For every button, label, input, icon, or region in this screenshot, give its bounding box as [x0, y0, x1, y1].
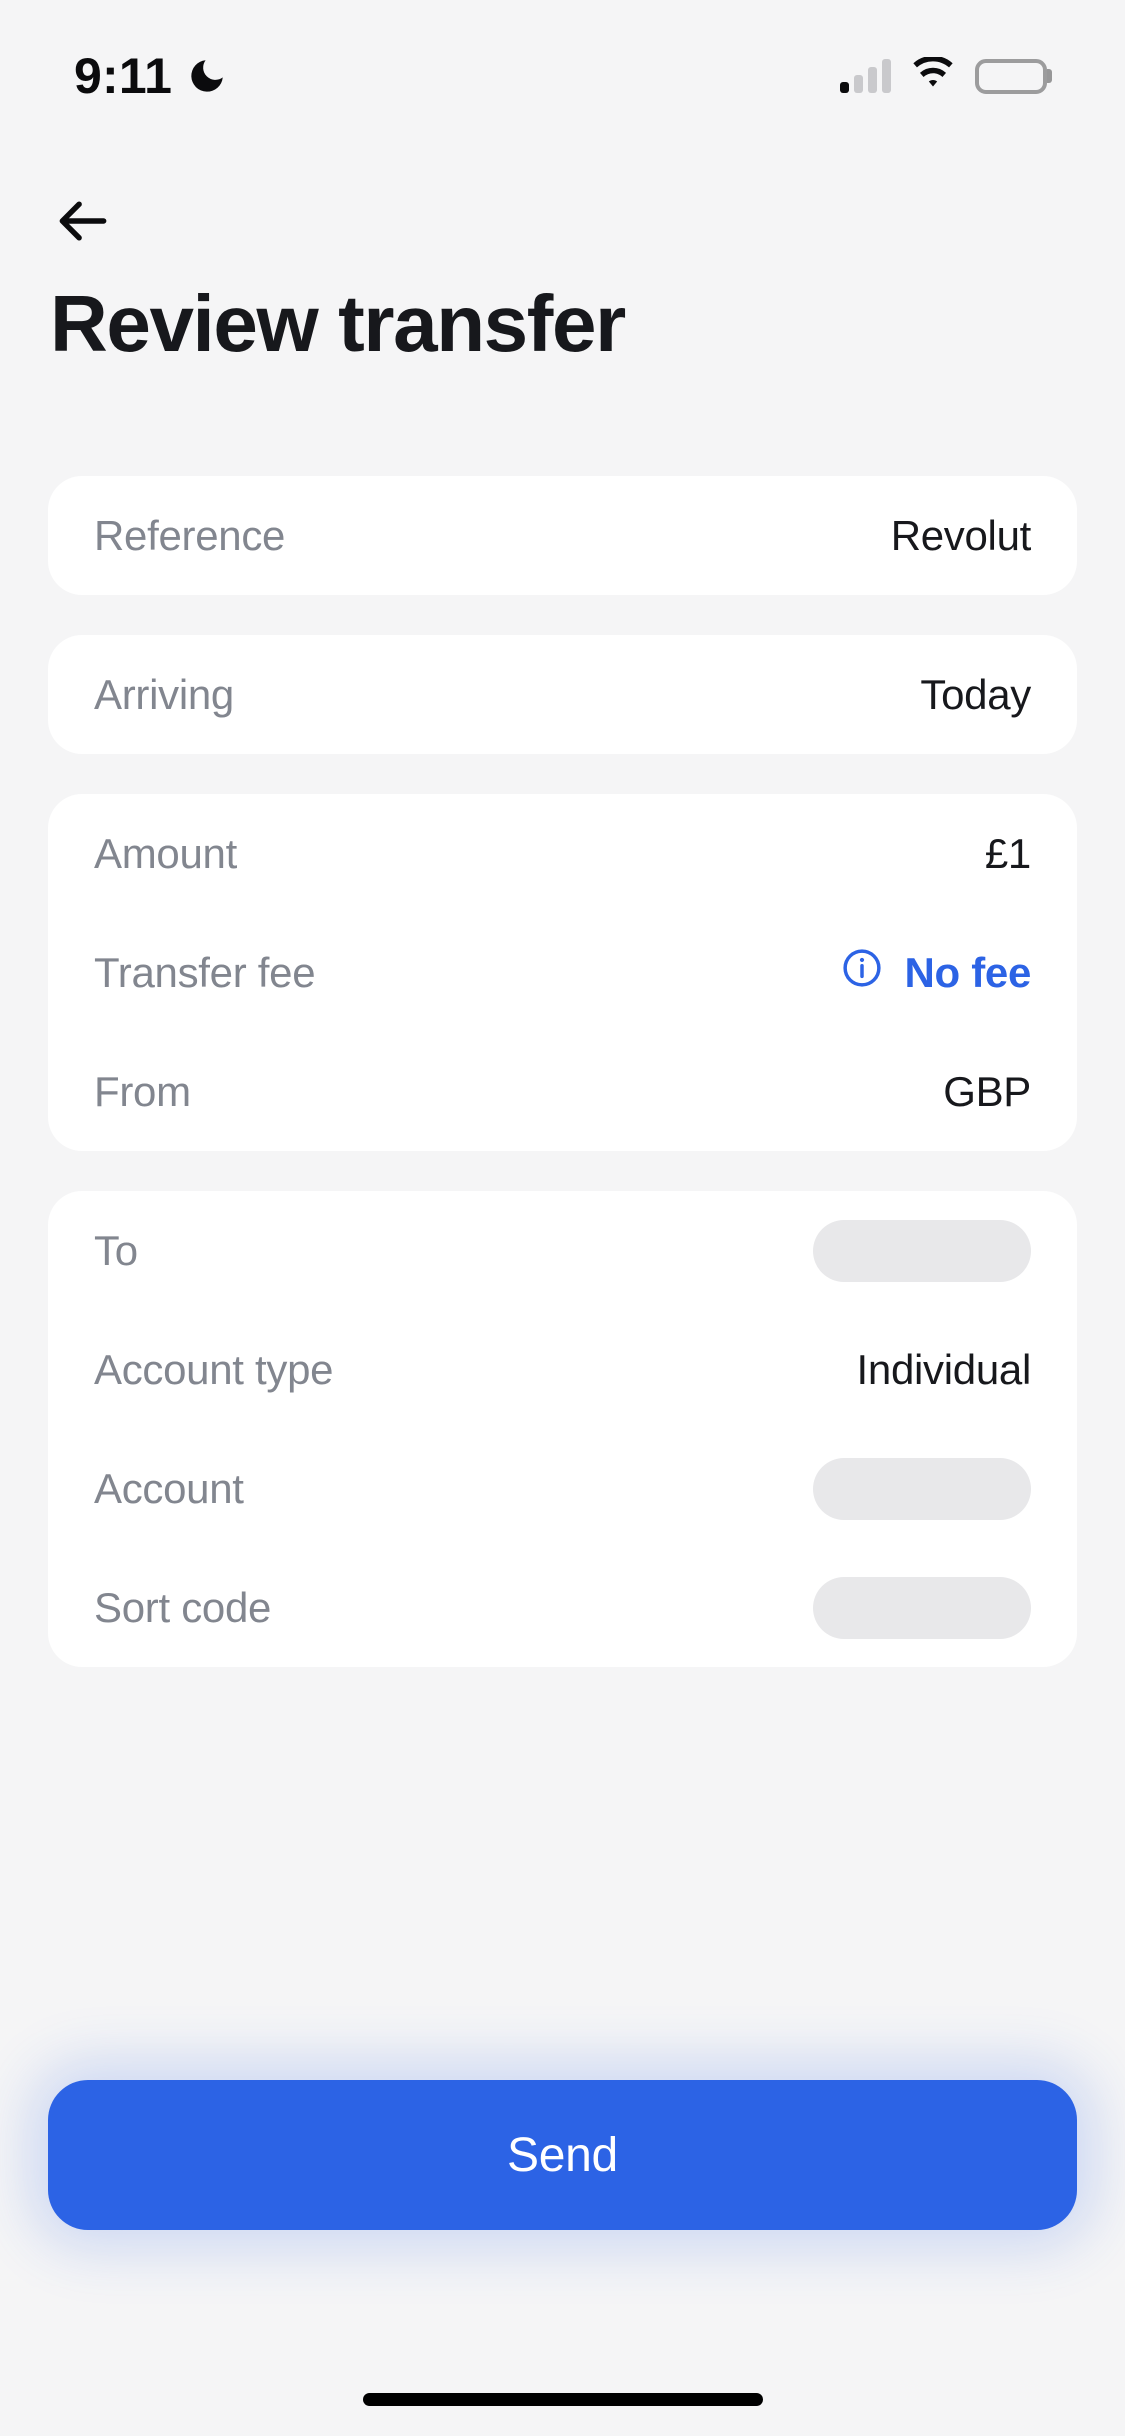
cellular-signal-icon — [840, 59, 891, 93]
back-button[interactable] — [38, 178, 128, 268]
detail-row-sort-code[interactable]: Sort code — [94, 1548, 1031, 1667]
detail-row-account-type[interactable]: Account type Individual — [94, 1310, 1031, 1429]
row-label: Account — [94, 1464, 244, 1512]
row-value: Revolut — [890, 511, 1032, 559]
detail-row-transfer-fee[interactable]: Transfer fee No fee — [94, 913, 1031, 1032]
row-value-group: No fee — [840, 946, 1031, 1000]
page-title: Review transfer — [50, 279, 626, 368]
home-indicator[interactable] — [362, 2393, 763, 2406]
row-label: Amount — [94, 829, 237, 877]
row-value: £1 — [984, 829, 1031, 877]
crescent-moon-icon — [186, 55, 228, 102]
detail-row-from[interactable]: From GBP — [94, 1032, 1031, 1151]
redacted-value-to — [813, 1219, 1031, 1282]
app-screen: 9:11 Review transfer Reference Revolut A… — [0, 0, 1125, 2436]
info-circle-icon[interactable] — [840, 946, 884, 1000]
row-value: Individual — [856, 1345, 1032, 1393]
redacted-value-account — [813, 1457, 1031, 1520]
redacted-value-sort-code — [813, 1576, 1031, 1639]
status-bar-left: 9:11 — [74, 47, 228, 105]
wifi-icon — [910, 55, 956, 96]
row-value: No fee — [904, 948, 1031, 996]
row-label: Account type — [94, 1345, 334, 1393]
row-value: GBP — [943, 1067, 1031, 1115]
detail-row-account[interactable]: Account — [94, 1429, 1031, 1548]
detail-row-to[interactable]: To — [94, 1191, 1031, 1310]
reference-card: Reference Revolut — [48, 476, 1077, 595]
status-bar: 9:11 — [0, 0, 1125, 130]
arrow-left-icon — [52, 190, 114, 257]
details-list: Reference Revolut Arriving Today Amount … — [48, 476, 1077, 1707]
amount-card: Amount £1 Transfer fee No fee From GBP — [48, 794, 1077, 1151]
send-button-label: Send — [507, 2128, 618, 2182]
row-label: To — [94, 1226, 138, 1274]
status-bar-right — [840, 55, 1052, 96]
row-label: Reference — [94, 511, 286, 559]
detail-row-reference[interactable]: Reference Revolut — [94, 476, 1031, 595]
row-value: Today — [920, 670, 1031, 718]
send-button[interactable]: Send — [48, 2080, 1077, 2230]
detail-row-amount[interactable]: Amount £1 — [94, 794, 1031, 913]
row-label: Arriving — [94, 670, 234, 718]
row-label: Sort code — [94, 1583, 272, 1631]
recipient-card: To Account type Individual Account Sort … — [48, 1191, 1077, 1667]
status-bar-clock: 9:11 — [74, 48, 173, 104]
battery-full-icon — [975, 58, 1052, 94]
detail-row-arriving[interactable]: Arriving Today — [94, 635, 1031, 754]
row-label: From — [94, 1067, 191, 1115]
row-label: Transfer fee — [94, 948, 316, 996]
arriving-card: Arriving Today — [48, 635, 1077, 754]
